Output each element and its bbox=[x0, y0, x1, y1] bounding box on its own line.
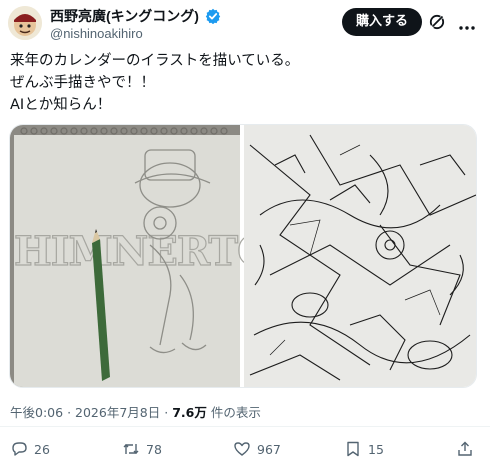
reply-button[interactable]: 26 bbox=[10, 440, 50, 458]
view-count: 7.6万 bbox=[172, 405, 207, 420]
share-icon bbox=[458, 441, 472, 456]
bookmark-button[interactable]: 15 bbox=[344, 440, 384, 458]
more-options-icon[interactable] bbox=[458, 18, 476, 30]
author-handle[interactable]: @nishinoakihiro bbox=[50, 25, 221, 43]
tweet-line: ぜんぶ手描きやで！！ bbox=[10, 75, 155, 91]
meta-separator: · bbox=[164, 405, 169, 420]
verified-badge-icon bbox=[205, 8, 221, 25]
heart-icon bbox=[234, 442, 250, 456]
media-photo-right[interactable] bbox=[244, 125, 476, 387]
buy-button[interactable]: 購入する bbox=[341, 8, 422, 36]
bookmark-count: 15 bbox=[368, 441, 384, 457]
tweet-line: AIとか知らん！ bbox=[10, 97, 112, 113]
divider bbox=[0, 426, 490, 427]
avatar[interactable] bbox=[8, 6, 42, 40]
repost-button[interactable]: 78 bbox=[122, 440, 162, 458]
meta-separator: · bbox=[67, 405, 72, 420]
media-grid: HIMNERTOW bbox=[9, 124, 477, 388]
action-bar: 26 78 967 15 bbox=[0, 436, 490, 466]
reply-count: 26 bbox=[34, 441, 50, 457]
repost-icon bbox=[123, 444, 139, 454]
like-count: 967 bbox=[257, 441, 281, 457]
share-button[interactable] bbox=[456, 440, 480, 458]
author-block: 西野亮廣(キングコング) @nishinoakihiro bbox=[50, 7, 221, 43]
tweet-meta: 午後0:06 · 2026年7月8日 · 7.6万 件の表示 bbox=[10, 402, 261, 421]
author-display-name[interactable]: 西野亮廣(キングコング) bbox=[50, 7, 199, 25]
tweet-header: 西野亮廣(キングコング) @nishinoakihiro 購入する bbox=[8, 6, 480, 44]
reply-icon bbox=[12, 442, 27, 456]
bookmark-icon bbox=[347, 441, 359, 457]
tweet-line: 来年のカレンダーのイラストを描いている。 bbox=[10, 53, 300, 69]
tweet-date[interactable]: 2026年7月8日 bbox=[75, 405, 160, 420]
view-count-suffix: 件の表示 bbox=[210, 405, 261, 420]
like-button[interactable]: 967 bbox=[233, 440, 281, 458]
repost-count: 78 bbox=[146, 441, 162, 457]
grok-icon[interactable] bbox=[428, 13, 446, 31]
tweet-text: 来年のカレンダーのイラストを描いている。 ぜんぶ手描きやで！！ AIとか知らん！ bbox=[10, 50, 299, 116]
tweet-time[interactable]: 午後0:06 bbox=[10, 405, 63, 420]
